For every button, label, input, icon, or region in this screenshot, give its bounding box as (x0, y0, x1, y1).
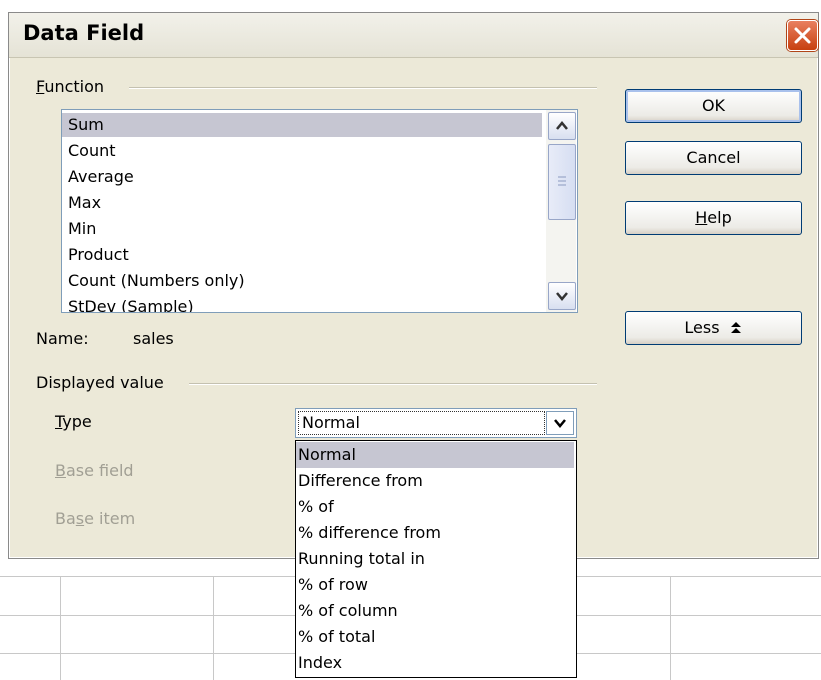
type-label: Type (55, 412, 92, 431)
chevron-up-icon (556, 121, 568, 130)
function-item-max[interactable]: Max (68, 191, 101, 215)
scroll-down-button[interactable] (548, 282, 576, 310)
name-value: sales (133, 329, 174, 348)
type-option-percent-of-row[interactable]: % of row (296, 572, 574, 598)
type-option-normal[interactable]: Normal (296, 442, 574, 468)
type-option-difference-from[interactable]: Difference from (296, 468, 574, 494)
type-dropdown-list[interactable]: Normal Difference from % of % difference… (295, 440, 577, 678)
function-item-count[interactable]: Count (68, 139, 116, 163)
function-item-min[interactable]: Min (68, 217, 96, 241)
less-button[interactable]: Less (625, 311, 802, 345)
cancel-button[interactable]: Cancel (625, 141, 802, 175)
base-field-label: Base field (55, 461, 134, 480)
scroll-thumb[interactable] (548, 144, 576, 220)
less-button-label: Less (684, 318, 720, 337)
type-combobox-value: Normal (298, 411, 545, 435)
ok-button[interactable]: OK (625, 89, 802, 123)
type-option-running-total-in[interactable]: Running total in (296, 546, 574, 572)
group-divider (129, 87, 597, 89)
title-bar[interactable]: Data Field (9, 13, 818, 58)
type-dropdown-button[interactable] (546, 411, 574, 435)
function-group-label: Function (36, 77, 105, 96)
close-button[interactable] (787, 20, 818, 51)
scroll-up-button[interactable] (548, 112, 576, 140)
function-item-sum[interactable]: Sum (68, 113, 104, 137)
vertical-scrollbar[interactable] (546, 110, 576, 312)
function-item-product[interactable]: Product (68, 243, 129, 267)
type-combobox[interactable]: Normal (295, 408, 577, 438)
group-divider (189, 383, 597, 385)
dialog-title: Data Field (23, 21, 145, 45)
type-option-percent-of[interactable]: % of (296, 494, 574, 520)
function-item-count-numbers[interactable]: Count (Numbers only) (68, 269, 245, 293)
function-listbox[interactable]: Sum Count Average Max Min Product Count … (61, 109, 578, 313)
grip-icon (558, 176, 566, 186)
chevron-down-icon (554, 419, 566, 428)
close-icon (794, 27, 811, 44)
name-label: Name: (36, 329, 89, 348)
function-item-average[interactable]: Average (68, 165, 134, 189)
type-option-percent-of-column[interactable]: % of column (296, 598, 574, 624)
grid-line (670, 576, 671, 680)
type-option-percent-difference-from[interactable]: % difference from (296, 520, 574, 546)
data-field-dialog: Data Field Function Sum Count Average Ma… (8, 12, 819, 678)
function-item-stdev-sample[interactable]: StDev (Sample) (68, 295, 194, 312)
help-button[interactable]: Help (625, 201, 802, 235)
grid-line (60, 576, 61, 680)
type-option-percent-of-total[interactable]: % of total (296, 624, 574, 650)
grid-line (213, 576, 214, 680)
base-item-label: Base item (55, 509, 136, 528)
type-option-index[interactable]: Index (296, 650, 574, 676)
displayed-value-group-label: Displayed value (36, 373, 164, 392)
selection-highlight (62, 113, 542, 137)
chevron-down-icon (556, 292, 568, 301)
double-chevron-up-icon (730, 322, 741, 333)
